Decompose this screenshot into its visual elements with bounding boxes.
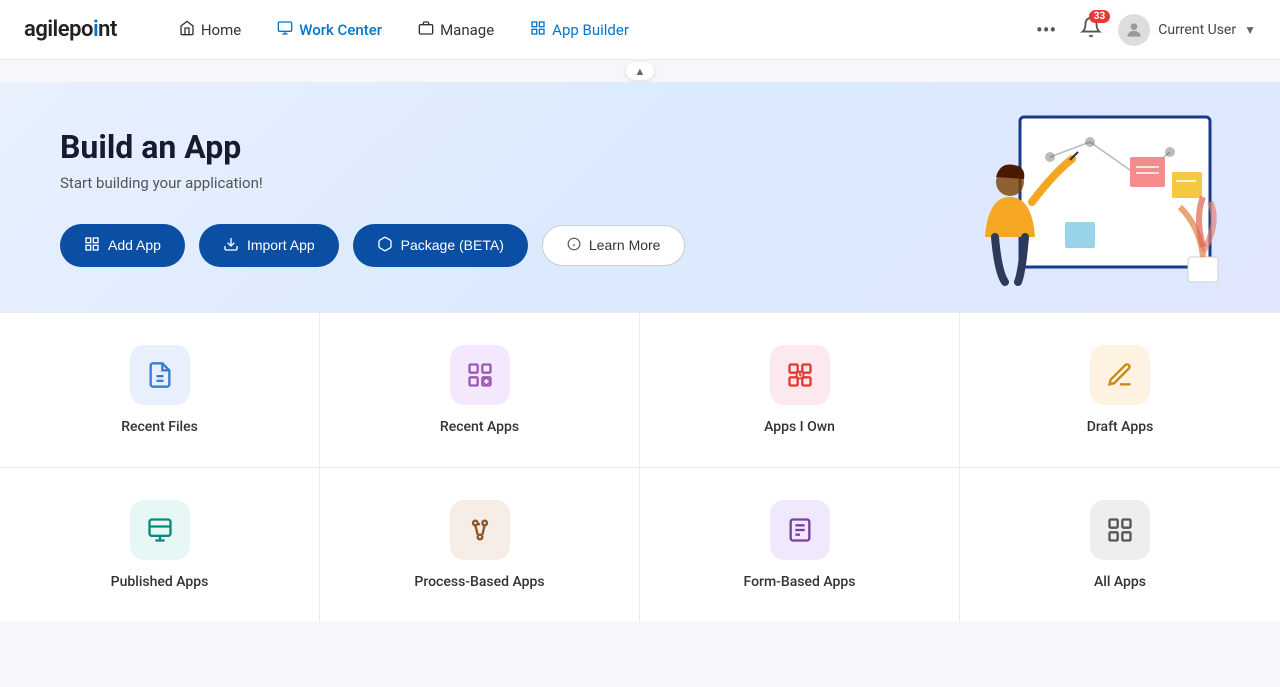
package-beta-button[interactable]: Package (BETA) xyxy=(353,224,528,267)
learn-more-button[interactable]: Learn More xyxy=(542,225,686,266)
card-process-based-apps[interactable]: Process-Based Apps xyxy=(320,468,640,622)
hero-title: Build an App xyxy=(60,128,1220,166)
form-based-apps-icon-wrap xyxy=(770,500,830,560)
form-based-apps-label: Form-Based Apps xyxy=(744,574,856,590)
collapse-handle[interactable]: ▲ xyxy=(0,60,1280,82)
hero-buttons: Add App Import App Package (BETA) Learn … xyxy=(60,224,1220,267)
cards-grid-row2: Published Apps Process-Based Apps Form-B… xyxy=(0,467,1280,622)
nav-label-manage: Manage xyxy=(440,21,494,39)
notification-button[interactable]: 33 xyxy=(1080,16,1102,43)
nav-label-home: Home xyxy=(201,21,241,39)
notification-badge: 33 xyxy=(1089,10,1110,23)
recent-apps-icon-wrap xyxy=(450,345,510,405)
card-all-apps[interactable]: All Apps xyxy=(960,468,1280,622)
logo-text: agilepoint xyxy=(24,17,117,42)
info-icon xyxy=(567,237,581,254)
nav-label-workcenter: Work Center xyxy=(299,21,382,39)
card-published-apps[interactable]: Published Apps xyxy=(0,468,320,622)
nav-label-appbuilder: App Builder xyxy=(552,21,629,39)
card-form-based-apps[interactable]: Form-Based Apps xyxy=(640,468,960,622)
learn-more-label: Learn More xyxy=(589,237,661,253)
cards-grid-row1: Recent Files Recent Apps Apps I Own Draf… xyxy=(0,312,1280,467)
card-draft-apps[interactable]: Draft Apps xyxy=(960,313,1280,467)
home-icon xyxy=(179,20,195,40)
more-button[interactable]: ••• xyxy=(1028,14,1064,46)
recent-files-label: Recent Files xyxy=(121,419,198,435)
nav-right: ••• 33 Current User ▼ xyxy=(1028,14,1256,46)
published-apps-icon-wrap xyxy=(130,500,190,560)
nav-item-home[interactable]: Home xyxy=(165,14,255,46)
nav-item-appbuilder[interactable]: App Builder xyxy=(516,14,643,46)
package-beta-label: Package (BETA) xyxy=(401,237,504,253)
card-recent-apps[interactable]: Recent Apps xyxy=(320,313,640,467)
process-based-apps-label: Process-Based Apps xyxy=(414,574,544,590)
nav-item-manage[interactable]: Manage xyxy=(404,14,508,46)
process-based-apps-icon-wrap xyxy=(450,500,510,560)
card-recent-files[interactable]: Recent Files xyxy=(0,313,320,467)
card-apps-i-own[interactable]: Apps I Own xyxy=(640,313,960,467)
recent-files-icon-wrap xyxy=(130,345,190,405)
draft-apps-label: Draft Apps xyxy=(1087,419,1154,435)
navbar: agilepoint Home Work Center Manage App xyxy=(0,0,1280,60)
published-apps-label: Published Apps xyxy=(111,574,209,590)
import-app-button[interactable]: Import App xyxy=(199,224,339,267)
import-icon xyxy=(223,236,239,255)
add-app-label: Add App xyxy=(108,237,161,253)
chevron-down-icon: ▼ xyxy=(1244,23,1256,37)
monitor-icon xyxy=(277,20,293,40)
hero-banner: Build an App Start building your applica… xyxy=(0,82,1280,312)
all-apps-label: All Apps xyxy=(1094,574,1146,590)
add-app-button[interactable]: Add App xyxy=(60,224,185,267)
collapse-arrow-icon: ▲ xyxy=(626,62,654,80)
cards-section-row1: Recent Files Recent Apps Apps I Own Draf… xyxy=(0,312,1280,467)
package-icon xyxy=(377,236,393,255)
nav-item-workcenter[interactable]: Work Center xyxy=(263,14,396,46)
hero-content: Build an App Start building your applica… xyxy=(60,128,1220,267)
all-apps-icon-wrap xyxy=(1090,500,1150,560)
avatar xyxy=(1118,14,1150,46)
draft-apps-icon-wrap xyxy=(1090,345,1150,405)
hero-subtitle: Start building your application! xyxy=(60,174,1220,192)
logo-dot: i xyxy=(93,17,98,42)
recent-apps-label: Recent Apps xyxy=(440,419,519,435)
apps-i-own-label: Apps I Own xyxy=(764,419,835,435)
cards-section-row2: Published Apps Process-Based Apps Form-B… xyxy=(0,467,1280,622)
user-area[interactable]: Current User ▼ xyxy=(1118,14,1256,46)
username: Current User xyxy=(1158,22,1236,38)
apps-i-own-icon-wrap xyxy=(770,345,830,405)
logo[interactable]: agilepoint xyxy=(24,17,117,42)
add-app-icon xyxy=(84,236,100,255)
briefcase-icon xyxy=(418,20,434,40)
nav-links: Home Work Center Manage App Builder xyxy=(165,14,1028,46)
import-app-label: Import App xyxy=(247,237,315,253)
grid-icon xyxy=(530,20,546,40)
